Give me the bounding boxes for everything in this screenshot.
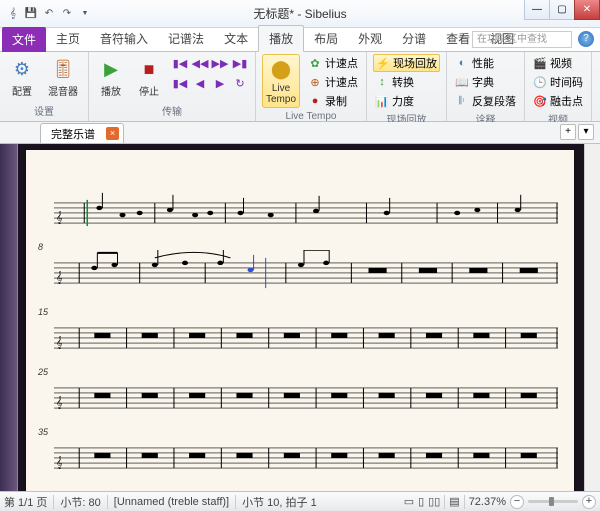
measure-number: 8 <box>38 242 43 252</box>
measure-number: 35 <box>38 427 48 437</box>
close-button[interactable]: ✕ <box>574 0 600 20</box>
repeats-button[interactable]: 𝄆反复段落 <box>453 92 518 110</box>
app-icon: 𝄞 <box>6 7 20 21</box>
svg-text:𝄞: 𝄞 <box>56 396 63 409</box>
staff-row: 15 𝄞 <box>54 315 558 368</box>
tab-appearance[interactable]: 外观 <box>348 26 392 51</box>
gauge-icon: ◐ <box>455 56 469 70</box>
performance-button[interactable]: ◐性能 <box>453 54 518 72</box>
svg-text:𝄞: 𝄞 <box>56 211 63 224</box>
play-button[interactable]: ▶播放 <box>95 54 127 101</box>
help-button[interactable]: ? <box>578 31 594 47</box>
score-canvas[interactable]: 𝄞 8 𝄞 <box>18 144 584 491</box>
measure-number: 25 <box>38 367 48 377</box>
document-tab-label: 完整乐谱 <box>51 129 95 141</box>
svg-text:𝄞: 𝄞 <box>56 336 63 349</box>
tab-noteinput[interactable]: 音符输入 <box>90 26 158 51</box>
staff-row: 8 𝄞 <box>54 250 558 303</box>
clear-button[interactable]: ✿计速点 <box>306 54 360 72</box>
minimize-button[interactable]: — <box>524 0 550 20</box>
clear-icon: ✿ <box>308 56 322 70</box>
zoom-out-button[interactable]: − <box>510 495 524 509</box>
qat-save-icon[interactable]: 💾 <box>24 7 38 21</box>
qat-redo-icon[interactable]: ↷ <box>60 7 74 21</box>
tab-play[interactable]: 播放 <box>258 25 304 52</box>
tab-layout[interactable]: 布局 <box>304 26 348 51</box>
transform-icon: ↕ <box>375 75 389 89</box>
tab-notation[interactable]: 记谱法 <box>158 26 214 51</box>
status-zoom[interactable]: 72.37% <box>469 496 506 508</box>
group-transport-label: 传输 <box>95 102 249 119</box>
status-page[interactable]: 第 1/1 页 <box>4 494 47 510</box>
replay-button[interactable]: ↻ <box>231 74 249 92</box>
document-tab[interactable]: 完整乐谱 × <box>40 123 124 143</box>
stop-icon: ■ <box>137 57 161 81</box>
book-icon: 📖 <box>455 75 469 89</box>
svg-text:𝄞: 𝄞 <box>56 271 63 284</box>
tab-menu-button[interactable]: ▾ <box>578 124 594 140</box>
config-button[interactable]: ⚙配置 <box>6 54 38 101</box>
play-icon: ▶ <box>99 57 123 81</box>
timecode-button[interactable]: 🕒时间码 <box>531 73 585 91</box>
timecode-icon: 🕒 <box>533 75 547 89</box>
qat-dropdown-icon[interactable]: ▼ <box>78 7 92 21</box>
tab-text[interactable]: 文本 <box>214 26 258 51</box>
staff-row: 35 𝄞 <box>54 435 558 488</box>
live-tempo-button[interactable]: ⬤Live Tempo <box>262 54 300 108</box>
navigator-strip[interactable] <box>0 144 18 491</box>
video-icon: 🎬 <box>533 56 547 70</box>
tab-parts[interactable]: 分谱 <box>392 26 436 51</box>
config-icon: ⚙ <box>10 57 34 81</box>
forward-end-button[interactable]: ▶▮ <box>231 54 249 72</box>
vertical-scrollbar[interactable] <box>584 144 600 491</box>
liveplay-toggle[interactable]: ⚡现场回放 <box>373 54 440 72</box>
staff-row: 25 𝄞 <box>54 375 558 428</box>
step-fwd-button[interactable]: ▶ <box>211 74 229 92</box>
bolt-icon: ⚡ <box>376 56 390 70</box>
status-bars: 小节: 80 <box>60 494 100 510</box>
qat-undo-icon[interactable]: ↶ <box>42 7 56 21</box>
new-tab-button[interactable]: + <box>560 124 576 140</box>
view-single-icon[interactable]: ▯ <box>418 495 424 508</box>
close-tab-button[interactable]: × <box>106 127 119 140</box>
view-pages-icon[interactable]: ▤ <box>449 495 459 508</box>
live-tempo-icon: ⬤ <box>269 57 293 81</box>
hitpoint-icon: 🎯 <box>533 94 547 108</box>
record-icon: ● <box>308 94 322 108</box>
ribbon-search-input[interactable]: 在功能区中查找 <box>472 31 572 48</box>
tab-home[interactable]: 主页 <box>46 26 90 51</box>
move-line-back-button[interactable]: ▮◀ <box>171 74 189 92</box>
stop-button[interactable]: ■停止 <box>133 54 165 101</box>
hitpoint-button[interactable]: 🎯融击点 <box>531 92 585 110</box>
view-panorama-icon[interactable]: ▭ <box>404 495 414 508</box>
status-position: 小节 10, 拍子 1 <box>242 494 317 510</box>
velocity-icon: 📊 <box>375 94 389 108</box>
rewind-start-button[interactable]: ▮◀ <box>171 54 189 72</box>
score-page: 𝄞 8 𝄞 <box>26 150 574 491</box>
maximize-button[interactable]: ▢ <box>549 0 575 20</box>
mixer-icon: 🎚 <box>51 57 75 81</box>
record-button[interactable]: ●录制 <box>306 92 360 110</box>
timing-button[interactable]: ⊕计速点 <box>306 73 360 91</box>
rewind-button[interactable]: ◀◀ <box>191 54 209 72</box>
forward-button[interactable]: ▶▶ <box>211 54 229 72</box>
view-spread-icon[interactable]: ▯▯ <box>428 495 440 508</box>
tab-file[interactable]: 文件 <box>2 27 46 52</box>
staff-row: 𝄞 <box>54 190 558 243</box>
mixer-button[interactable]: 🎚混音器 <box>44 54 82 101</box>
video-button[interactable]: 🎬视频 <box>531 54 585 72</box>
status-staff: [Unnamed (treble staff)] <box>114 496 229 508</box>
zoom-slider[interactable] <box>528 500 578 503</box>
measure-number: 15 <box>38 307 48 317</box>
group-setup-label: 设置 <box>6 102 82 119</box>
svg-text:𝄞: 𝄞 <box>56 456 63 469</box>
timing-icon: ⊕ <box>308 75 322 89</box>
step-back-button[interactable]: ◀ <box>191 74 209 92</box>
zoom-in-button[interactable]: + <box>582 495 596 509</box>
velocity-button[interactable]: 📊力度 <box>373 92 440 110</box>
repeat-icon: 𝄆 <box>455 94 469 108</box>
transform-button[interactable]: ↕转换 <box>373 73 440 91</box>
dictionary-button[interactable]: 📖字典 <box>453 73 518 91</box>
